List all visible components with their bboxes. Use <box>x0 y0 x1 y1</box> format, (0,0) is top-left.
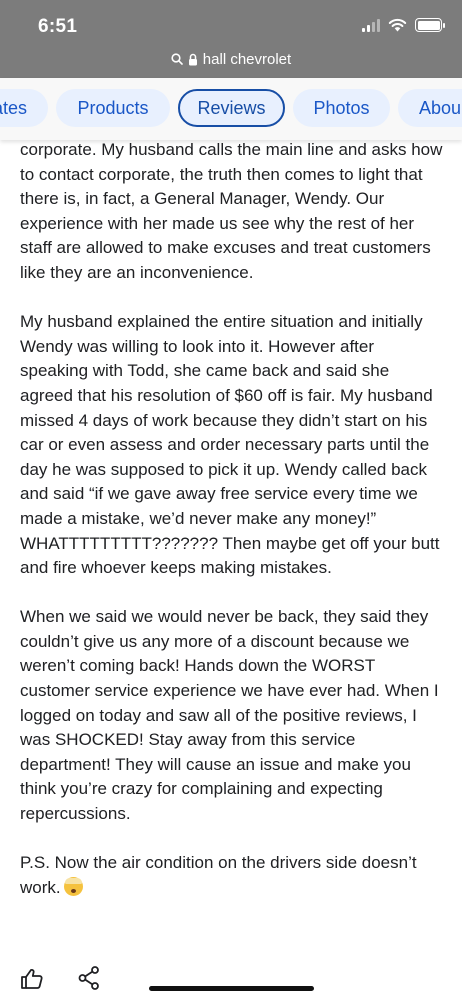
cellular-signal-icon <box>362 18 380 32</box>
review-text: corporate. My husband calls the main lin… <box>20 138 445 900</box>
review-actions <box>0 955 462 1000</box>
review-paragraph: corporate. My husband calls the main lin… <box>20 140 443 282</box>
status-icons <box>362 18 445 32</box>
search-icon <box>171 53 183 65</box>
review-paragraph: When we said we would never be back, the… <box>20 607 439 824</box>
tab-reviews[interactable]: Reviews <box>178 89 285 127</box>
wifi-icon <box>388 18 407 32</box>
status-bar: 6:51 <box>0 0 462 48</box>
tab-products[interactable]: Products <box>56 89 170 127</box>
exploding-head-emoji <box>63 876 83 896</box>
address-bar[interactable]: hall chevrolet <box>0 48 462 70</box>
review-paragraph-ps: P.S. Now the air condition on the driver… <box>20 851 445 900</box>
home-indicator[interactable] <box>149 986 314 991</box>
tab-about[interactable]: Abou <box>398 89 462 127</box>
thumbs-up-icon[interactable] <box>20 967 44 991</box>
business-tabs: ates Products Reviews Photos Abou <box>0 78 462 140</box>
lock-icon <box>188 53 197 65</box>
status-time: 6:51 <box>38 16 78 37</box>
tab-photos[interactable]: Photos <box>293 89 390 127</box>
review-paragraph: My husband explained the entire situatio… <box>20 312 440 578</box>
url-text: hall chevrolet <box>202 50 292 68</box>
browser-top-chrome: 6:51 hall chevrolet <box>0 0 462 78</box>
tab-rates[interactable]: ates <box>0 89 48 127</box>
share-icon[interactable] <box>78 966 100 990</box>
battery-icon <box>415 18 445 32</box>
